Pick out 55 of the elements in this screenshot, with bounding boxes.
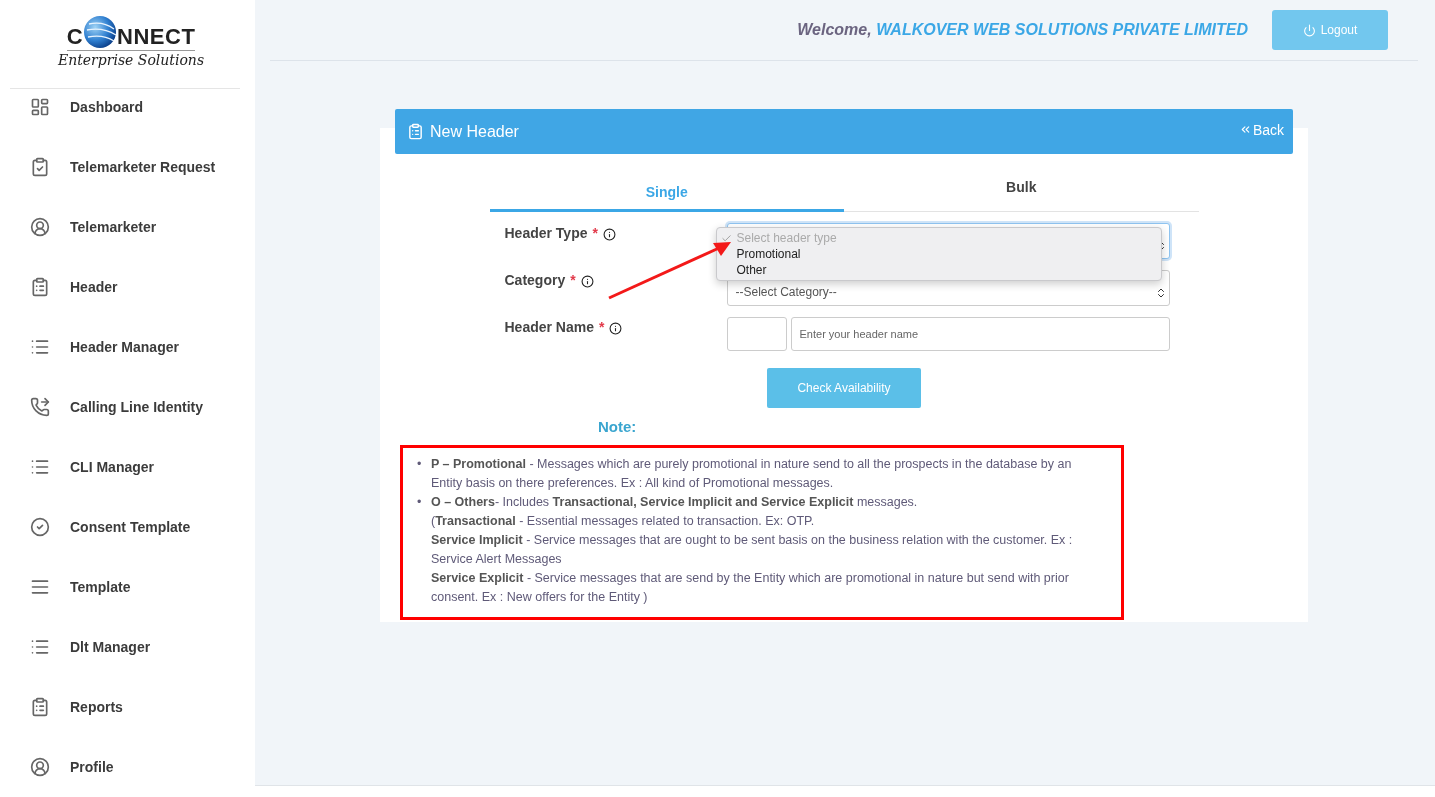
clipboard-icon xyxy=(30,277,50,297)
note-text: O – Others- Includes Transactional, Service Implicit and Service Explicit messages. xyxy=(431,494,919,511)
welcome-text: Welcome, WALKOVER WEB SOLUTIONS PRIVATE LIMITED xyxy=(797,21,1248,39)
sidebar-item[interactable]: Calling Line Identity xyxy=(0,377,255,437)
sidebar-item[interactable]: Template xyxy=(0,557,255,617)
globe-icon xyxy=(83,14,118,49)
required-mark: * xyxy=(599,319,605,335)
field-label: Header Name xyxy=(504,319,594,335)
phone-icon xyxy=(30,397,50,417)
field-label: Category xyxy=(504,272,566,288)
user-icon xyxy=(30,217,50,237)
check-circle-icon xyxy=(30,517,50,537)
list-icon xyxy=(30,457,50,477)
check-icon xyxy=(720,232,732,244)
list-icon xyxy=(30,637,50,657)
sidebar-item[interactable]: Header Manager xyxy=(0,317,255,377)
note-text: Service Explicit - Service messages that are send by the Entity which are promotional in nature but send with prior consent. Ex : New offers for the Entity ) xyxy=(431,570,1070,606)
sidebar-item[interactable]: Dlt Manager xyxy=(0,617,255,677)
sidebar-item[interactable]: Telemarketer xyxy=(0,197,255,257)
dropdown-option[interactable]: Promotional xyxy=(716,246,1161,262)
dashboard-icon xyxy=(30,97,50,117)
clipboard-check-icon xyxy=(30,157,50,177)
note-text: (Transactional - Essential messages related to transaction. Ex: OTP. xyxy=(431,513,816,530)
clipboard-icon xyxy=(407,123,424,140)
info-icon[interactable] xyxy=(602,228,616,241)
clipboard-icon xyxy=(30,697,50,717)
user-icon xyxy=(30,757,50,777)
note-text: P – Promotional - Messages which are purely promotional in nature send to all the prospects in the database by an Entity basis on there preferences. Ex : All kind of Promotional messages. xyxy=(431,456,1073,492)
sidebar-item[interactable]: Profile xyxy=(0,737,255,797)
logo-tagline: Enterprise Solutions xyxy=(57,51,205,68)
sidebar-item[interactable]: CLI Manager xyxy=(0,437,255,497)
note-title: Note: xyxy=(598,418,637,435)
sidebar-item[interactable]: Reports xyxy=(0,677,255,737)
power-icon xyxy=(1302,23,1316,37)
required-mark: * xyxy=(592,225,598,241)
list-icon xyxy=(30,337,50,357)
required-mark: * xyxy=(570,272,576,288)
info-icon[interactable] xyxy=(609,322,623,335)
lines-icon xyxy=(30,577,50,597)
field-label: Header Type xyxy=(504,225,588,241)
info-icon[interactable] xyxy=(580,275,594,288)
select-value: --Select Category-- xyxy=(735,285,837,299)
prefix-field[interactable] xyxy=(726,317,787,351)
sidebar-item[interactable]: Telemarketer Request xyxy=(0,137,255,197)
sidebar-item[interactable]: Header xyxy=(0,257,255,317)
bullet: • xyxy=(417,494,423,511)
sidebar-item[interactable]: Dashboard xyxy=(0,77,255,137)
tab[interactable]: Bulk xyxy=(844,170,1199,212)
sidebar-item[interactable]: Consent Template xyxy=(0,497,255,557)
logo-text: C xyxy=(66,25,84,48)
note-text: Service Implicit - Service messages that are ought to be sent basis on the business relation with the customer. Ex : Service Alert Messages xyxy=(431,532,1074,568)
header-name-field[interactable]: Enter your header name xyxy=(790,317,1170,351)
logo-text: NNECT xyxy=(117,25,196,48)
panel-title: New Header xyxy=(430,122,519,141)
bullet: • xyxy=(417,456,423,473)
